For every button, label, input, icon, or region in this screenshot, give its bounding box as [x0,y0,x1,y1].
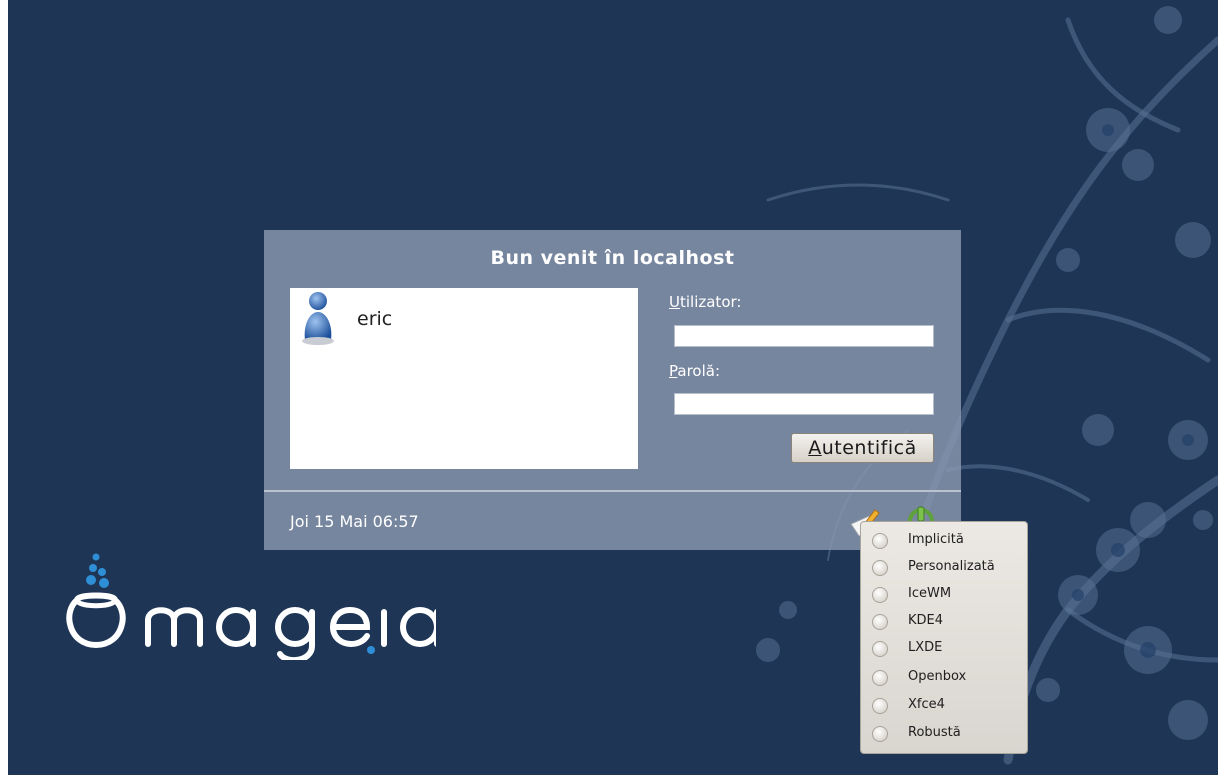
radio-button-icon[interactable] [872,587,888,603]
session-option-xfce4[interactable]: Xfce4 [861,692,1027,719]
session-option-failsafe[interactable]: Robustă [861,720,1027,747]
radio-button-icon[interactable] [872,641,888,657]
session-option-custom[interactable]: Personalizată [861,554,1027,581]
user-name: eric [357,308,393,330]
user-list-item[interactable]: eric [300,290,600,350]
session-menu: Implicită Personalizată IceWM KDE4 LXDE … [860,521,1028,754]
session-option-kde4[interactable]: KDE4 [861,608,1027,635]
password-label: Parolă: [669,362,720,380]
username-label: Utilizator: [669,293,742,311]
login-button[interactable]: Autentifică [791,433,934,463]
panel-divider [264,490,961,492]
user-list[interactable]: eric [290,288,638,469]
username-field[interactable] [674,325,934,347]
session-option-lxde[interactable]: LXDE [861,635,1027,662]
radio-button-icon[interactable] [872,533,888,549]
clock-label: Joi 15 Mai 06:57 [290,512,419,531]
password-field[interactable] [674,393,934,415]
radio-button-icon[interactable] [872,698,888,714]
login-panel: Bun venit în localhost eric Utilizator: … [264,230,961,550]
radio-button-icon[interactable] [872,726,888,742]
session-option-icewm[interactable]: IceWM [861,581,1027,608]
user-avatar-icon [302,292,334,345]
radio-button-icon[interactable] [872,614,888,630]
radio-button-icon[interactable] [872,670,888,686]
welcome-title: Bun venit în localhost [490,247,735,269]
session-option-default[interactable]: Implicită [861,527,1027,554]
radio-button-icon[interactable] [872,560,888,576]
mageia-logo [66,553,436,660]
session-option-openbox[interactable]: Openbox [861,664,1027,691]
login-screen: Bun venit în localhost eric Utilizator: … [8,0,1218,775]
